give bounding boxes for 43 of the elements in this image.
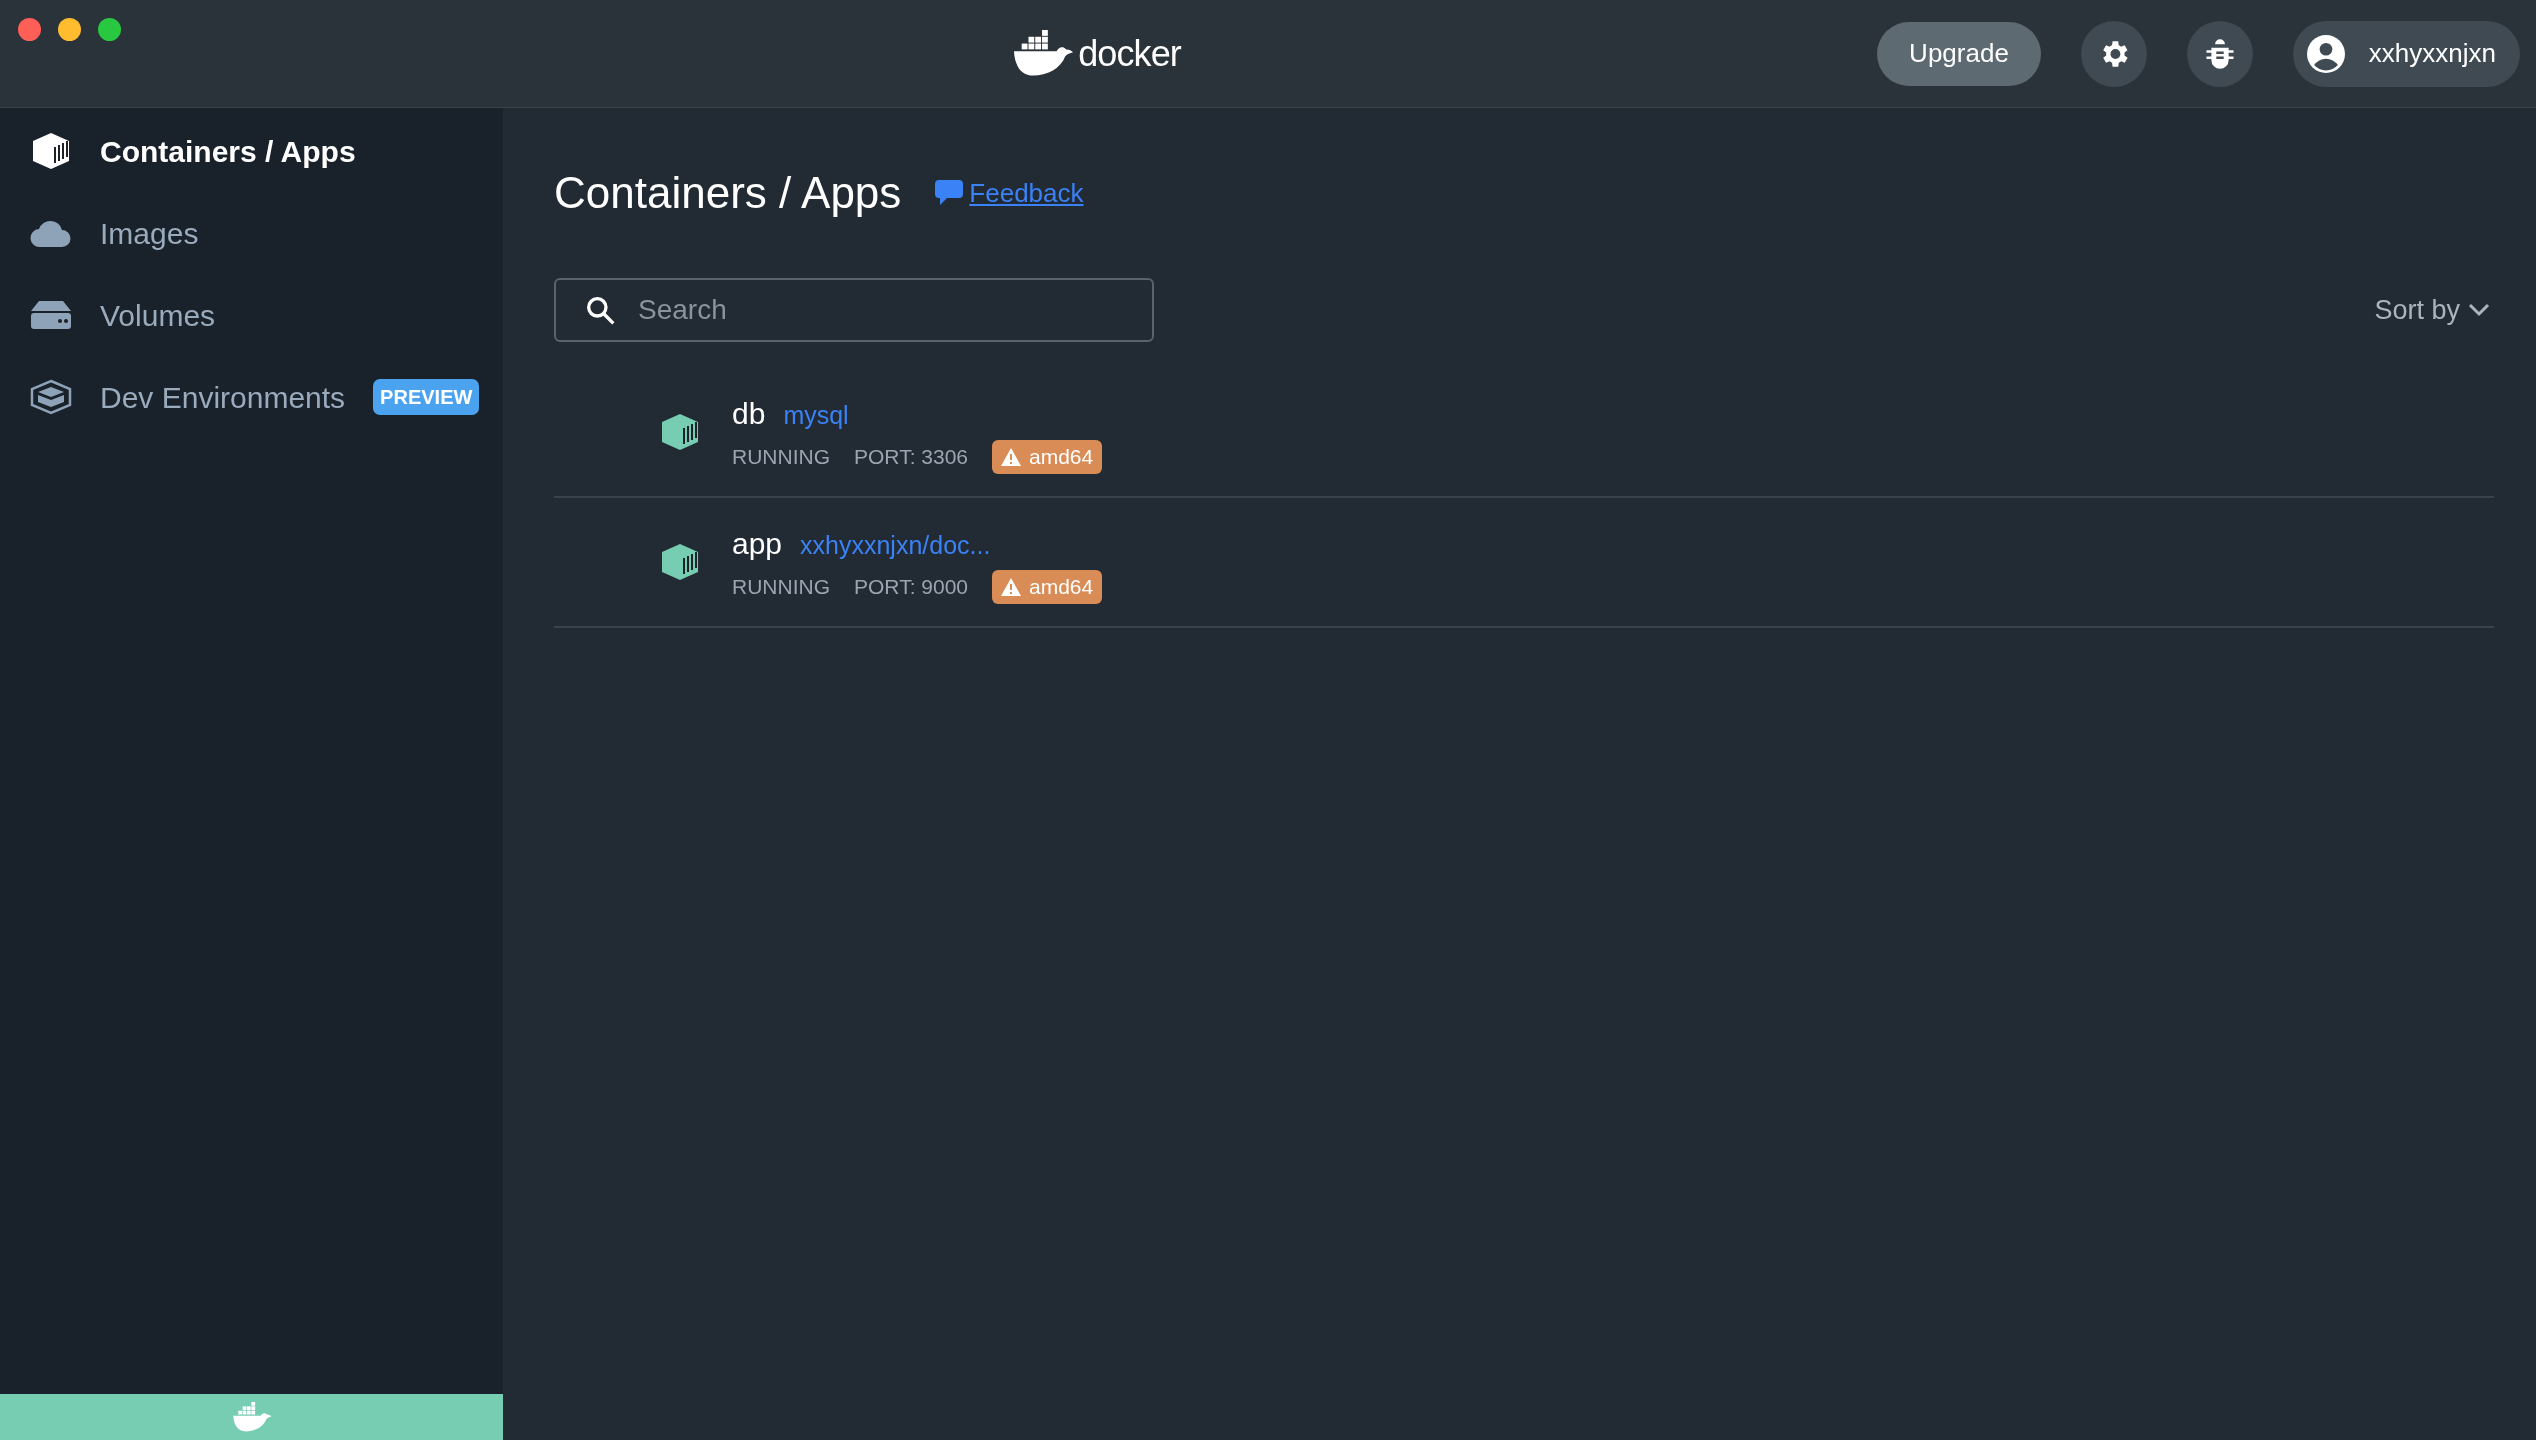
logo-text: docker (1078, 31, 1181, 76)
sidebar-item-label: Dev Environments (100, 379, 346, 416)
sidebar-item-label: Containers / Apps (100, 133, 356, 170)
preview-badge: PREVIEW (373, 379, 480, 415)
whale-icon (231, 1402, 272, 1432)
image-link[interactable]: xxhyxxnjxn/doc... (800, 526, 991, 564)
chat-bubble-icon (935, 180, 964, 206)
chevron-down-icon (2468, 303, 2490, 317)
image-link[interactable]: mysql (783, 396, 849, 434)
whale-logo-icon (1012, 30, 1075, 77)
warning-icon (1001, 447, 1021, 466)
arch-warning-badge: amd64 (992, 439, 1103, 474)
sidebar-item[interactable]: Dev Environments PREVIEW (0, 356, 503, 438)
container-icon (31, 132, 71, 170)
arch-warning-badge: amd64 (992, 569, 1103, 604)
container-icon (660, 543, 700, 581)
user-avatar-icon (2306, 34, 2345, 73)
search-field[interactable]: Search (554, 278, 1154, 342)
container-row[interactable]: app xxhyxxnjxn/doc... RUNNING PORT: 9000 amd64 (554, 498, 2494, 628)
port-text: PORT: 3306 (854, 443, 968, 470)
status-text: RUNNING (732, 443, 830, 470)
account-button[interactable]: xxhyxxnjxn (2292, 20, 2520, 87)
container-icon (660, 413, 700, 451)
port-text: PORT: 9000 (854, 573, 968, 600)
feedback-link[interactable]: Feedback (969, 173, 1084, 213)
upgrade-button[interactable]: Upgrade (1877, 21, 2041, 86)
status-text: RUNNING (732, 573, 830, 600)
warning-icon (1001, 577, 1021, 596)
sidebar-item[interactable]: Images (0, 192, 503, 274)
sidebar-item[interactable]: Containers / Apps (0, 110, 503, 192)
sidebar-item-label: Volumes (100, 297, 216, 334)
container-name: db (732, 395, 766, 432)
sort-by-dropdown[interactable]: Sort by (2374, 289, 2494, 331)
sidebar-item-label: Images (100, 215, 199, 252)
search-icon (584, 294, 616, 326)
container-name: app (732, 525, 783, 562)
sidebar-item[interactable]: Volumes (0, 274, 503, 356)
page-title: Containers / Apps (554, 167, 902, 219)
drive-icon (31, 301, 71, 329)
container-row[interactable]: db mysql RUNNING PORT: 3306 amd64 (554, 368, 2494, 498)
cloud-icon (30, 218, 72, 248)
bug-icon (2204, 37, 2235, 70)
box-stack-icon (30, 379, 72, 415)
